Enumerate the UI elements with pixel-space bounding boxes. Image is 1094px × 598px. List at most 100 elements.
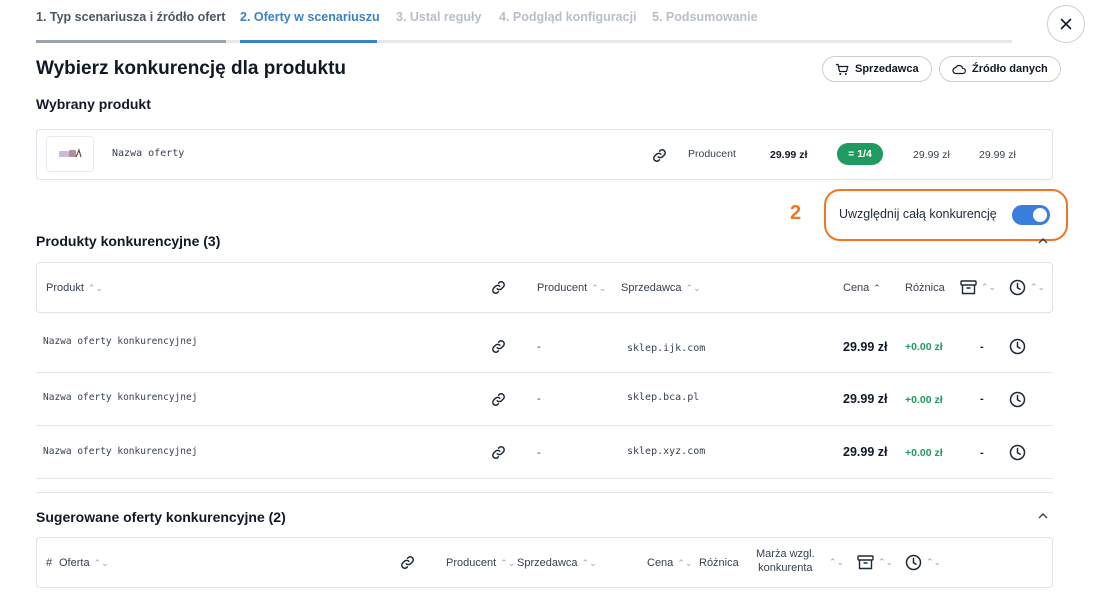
- clock-icon[interactable]: [1009, 444, 1026, 461]
- selected-product-card: Nazwa oferty Producent 29.99 zł = 1/4 29…: [36, 129, 1053, 180]
- col-stock[interactable]: ⌃⌄: [857, 555, 893, 570]
- clock-icon[interactable]: [1009, 338, 1026, 355]
- competitor-stock: -: [980, 341, 984, 353]
- col-index-label: #: [46, 557, 53, 569]
- competitor-stock: -: [980, 393, 984, 405]
- data-source-button[interactable]: Źródło danych: [939, 56, 1061, 82]
- step-2[interactable]: 2. Oferty w scenariuszu: [240, 10, 380, 24]
- competitor-price: 29.99 zł: [843, 340, 888, 354]
- col-seller-label: Sprzedawca: [621, 282, 682, 294]
- col-difference: Różnica: [905, 282, 945, 294]
- section-divider: [36, 492, 1053, 493]
- link-icon[interactable]: [651, 147, 668, 164]
- sort-icon: ⌃⌄: [591, 282, 607, 293]
- sort-icon: ⌃⌄: [500, 557, 516, 568]
- seller-button[interactable]: Sprzedawca: [822, 56, 932, 82]
- annotation-marker: 2: [790, 202, 802, 224]
- step-3[interactable]: 3. Ustal reguły: [396, 10, 481, 24]
- competitor-producer: -: [537, 393, 541, 405]
- link-icon[interactable]: [490, 391, 507, 408]
- col-producer[interactable]: Producent ⌃⌄: [446, 557, 515, 569]
- col-time[interactable]: ⌃⌄: [1009, 279, 1045, 296]
- sort-icon: ⌃⌄: [829, 557, 845, 567]
- col-seller-label: Sprzedawca: [517, 557, 578, 569]
- stepper-track-active: [240, 40, 377, 43]
- col-margin-label-1: Marża wzgl.: [756, 548, 815, 560]
- seller-button-label: Sprzedawca: [855, 63, 919, 75]
- competitor-difference: +0.00 zł: [905, 447, 943, 459]
- col-seller[interactable]: Sprzedawca ⌃⌄: [517, 557, 597, 569]
- step-5[interactable]: 5. Podsumowanie: [652, 10, 758, 24]
- page-title: Wybierz konkurencję dla produktu: [36, 58, 347, 79]
- sort-icon: ⌃⌄: [926, 557, 942, 567]
- sort-icon: ⌃⌄: [981, 282, 997, 292]
- step-1[interactable]: 1. Typ scenariusza i źródło ofert: [36, 10, 225, 24]
- col-product[interactable]: Produkt ⌃⌄: [46, 282, 103, 294]
- competitor-price: 29.99 zł: [843, 445, 888, 459]
- col-margin-sort[interactable]: ⌃⌄: [829, 558, 844, 567]
- selected-product-price-2: 29.99 zł: [913, 149, 950, 161]
- clock-icon: [1009, 279, 1026, 296]
- rank-badge: = 1/4: [837, 143, 883, 165]
- col-link-icon: [401, 556, 414, 569]
- col-index: #: [46, 557, 52, 569]
- col-price[interactable]: Cena ⌃: [843, 282, 881, 294]
- competitor-name: Nazwa oferty konkurencyjnej: [43, 336, 198, 347]
- clock-icon: [905, 554, 922, 571]
- link-icon[interactable]: [490, 338, 507, 355]
- cloud-icon: [952, 64, 966, 75]
- cart-icon: [836, 63, 849, 75]
- col-price-label: Cena: [843, 282, 870, 294]
- competitor-seller: sklep.xyz.com: [627, 446, 706, 457]
- close-icon: [1060, 18, 1072, 30]
- col-margin[interactable]: Marża wzgl. konkurenta: [756, 548, 815, 575]
- col-offer[interactable]: Oferta ⌃⌄: [59, 557, 109, 569]
- row-divider: [36, 478, 1053, 479]
- col-time[interactable]: ⌃⌄: [905, 554, 941, 571]
- include-all-toggle[interactable]: [1012, 205, 1050, 225]
- col-producer[interactable]: Producent ⌃⌄: [537, 282, 606, 294]
- selected-product-name: Nazwa oferty: [112, 148, 185, 159]
- competitor-price: 29.99 zł: [843, 392, 888, 406]
- selected-product-price: 29.99 zł: [770, 149, 808, 161]
- competitor-difference: +0.00 zł: [905, 394, 943, 406]
- competitors-heading: Produkty konkurencyjne (3): [36, 233, 221, 249]
- competitor-difference: +0.00 zł: [905, 341, 943, 353]
- col-seller[interactable]: Sprzedawca ⌃⌄: [621, 282, 701, 294]
- competitors-collapse-icon[interactable]: [1037, 238, 1049, 244]
- sort-icon: ⌃⌄: [677, 557, 693, 568]
- col-link-icon: [492, 281, 505, 294]
- col-product-label: Produkt: [46, 282, 84, 294]
- col-margin-label-2: konkurenta: [758, 562, 813, 574]
- col-producer-label: Producent: [446, 557, 497, 569]
- col-stock[interactable]: ⌃⌄: [960, 280, 996, 295]
- close-button[interactable]: [1047, 5, 1085, 43]
- sort-icon: ⌃⌄: [878, 557, 894, 567]
- link-icon[interactable]: [490, 444, 507, 461]
- clock-icon[interactable]: [1009, 391, 1026, 408]
- stepper-track-done: [36, 40, 226, 43]
- col-difference-label: Różnica: [699, 557, 739, 569]
- competitor-producer: -: [537, 447, 541, 459]
- col-producer-label: Producent: [537, 282, 588, 294]
- data-source-button-label: Źródło danych: [972, 63, 1048, 75]
- sort-icon: ⌃⌄: [685, 282, 701, 293]
- selected-product-producer: Producent: [688, 148, 736, 160]
- suggested-heading: Sugerowane oferty konkurencyjne (2): [36, 509, 286, 525]
- competitor-producer: -: [537, 341, 541, 353]
- col-difference-label: Różnica: [905, 282, 945, 294]
- competitor-name: Nazwa oferty konkurencyjnej: [43, 446, 198, 457]
- competitor-seller: sklep.ijk.com: [627, 343, 706, 354]
- archive-icon: [857, 555, 874, 570]
- product-thumbnail: [46, 136, 94, 172]
- competitor-seller: sklep.bca.pl: [627, 392, 700, 403]
- row-divider: [36, 372, 1053, 373]
- suggested-collapse-icon[interactable]: [1037, 513, 1049, 519]
- sort-asc-icon: ⌃: [873, 282, 881, 293]
- step-4[interactable]: 4. Podgląd konfiguracji: [499, 10, 637, 24]
- col-price[interactable]: Cena ⌃⌄: [647, 557, 692, 569]
- selected-product-heading: Wybrany produkt: [36, 96, 151, 112]
- selected-product-price-3: 29.99 zł: [979, 149, 1016, 161]
- row-divider: [36, 425, 1053, 426]
- col-offer-label: Oferta: [59, 557, 90, 569]
